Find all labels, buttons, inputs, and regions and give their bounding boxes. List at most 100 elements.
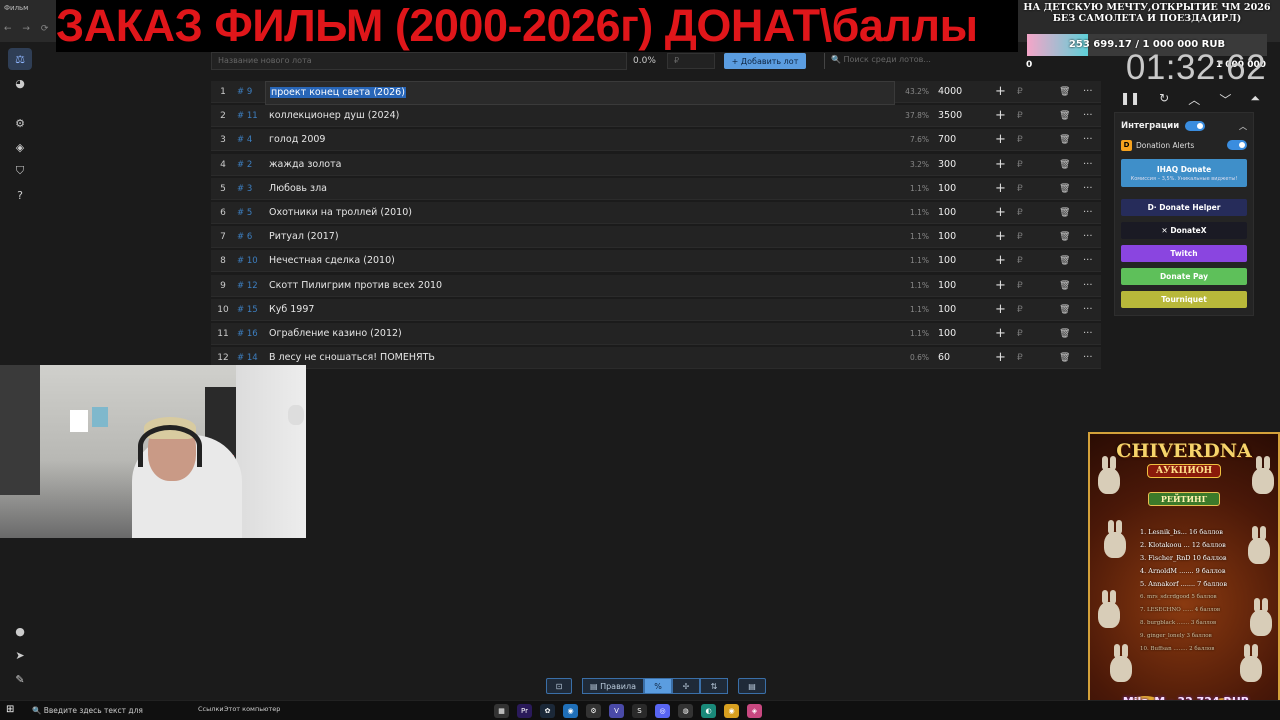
shield-icon[interactable]: ⛉: [8, 160, 32, 182]
rub-input[interactable]: ₽: [1017, 347, 1023, 369]
ihaq-donate-button[interactable]: IHAQ Donate Комиссия – 3,5%. Уникальные в…: [1121, 159, 1247, 187]
help-icon[interactable]: ?: [8, 184, 32, 206]
taskbar-computer[interactable]: Этот компьютер: [224, 705, 280, 713]
lot-id-link[interactable]: # 2: [237, 154, 252, 176]
more-icon[interactable]: ···: [1083, 226, 1093, 248]
rub-input[interactable]: ₽: [1017, 323, 1023, 345]
donatex-button[interactable]: ✕ DonateX: [1121, 222, 1247, 239]
obs-app-icon[interactable]: ◍: [678, 704, 693, 718]
browser-tab[interactable]: Фильм: [4, 4, 56, 18]
plus-icon[interactable]: +: [995, 81, 1006, 103]
rub-input[interactable]: ₽: [1017, 202, 1023, 224]
twitch-button[interactable]: Twitch: [1121, 245, 1247, 262]
donation-alerts-toggle[interactable]: [1227, 140, 1247, 150]
lot-amount[interactable]: 100: [938, 323, 956, 345]
lot-amount[interactable]: 3500: [938, 105, 962, 127]
trash-icon[interactable]: 🗑: [1059, 105, 1070, 127]
price-input[interactable]: ₽: [667, 53, 715, 69]
rub-input[interactable]: ₽: [1017, 275, 1023, 297]
auction-icon[interactable]: ⚖: [8, 48, 32, 70]
reset-icon[interactable]: ↻: [1159, 91, 1169, 108]
more-icon[interactable]: ···: [1083, 250, 1093, 272]
lot-name[interactable]: Охотники на троллей (2010): [269, 202, 412, 224]
lot-amount[interactable]: 100: [938, 250, 956, 272]
chrome-app-icon[interactable]: ◉: [724, 704, 739, 718]
lot-name-field[interactable]: проект конец света (2026): [265, 81, 895, 105]
lot-amount[interactable]: 700: [938, 129, 956, 151]
plus-icon[interactable]: +: [995, 129, 1006, 151]
vpn-app-icon[interactable]: V: [609, 704, 624, 718]
calculator-app-icon[interactable]: ▦: [494, 704, 509, 718]
more-icon[interactable]: ···: [1083, 105, 1093, 127]
settings-app-icon[interactable]: ⚙: [586, 704, 601, 718]
lot-id-link[interactable]: # 11: [237, 105, 258, 127]
edit-icon[interactable]: ✎: [8, 668, 32, 690]
integrations-toggle[interactable]: [1185, 121, 1206, 131]
lot-name[interactable]: Нечестная сделка (2010): [269, 250, 395, 272]
trash-icon[interactable]: 🗑: [1059, 202, 1070, 224]
windows-start-icon[interactable]: ⊞: [6, 704, 14, 715]
trash-icon[interactable]: 🗑: [1059, 323, 1070, 345]
rub-input[interactable]: ₽: [1017, 81, 1023, 103]
trash-icon[interactable]: 🗑: [1059, 299, 1070, 321]
lot-name[interactable]: Любовь зла: [269, 178, 327, 200]
history-icon[interactable]: ▤: [738, 678, 766, 694]
save-icon[interactable]: ⊡: [546, 678, 572, 694]
telegram-icon[interactable]: ➤: [8, 644, 32, 666]
lot-id-link[interactable]: # 16: [237, 323, 258, 345]
app-icon[interactable]: S: [632, 704, 647, 718]
edge-app-icon[interactable]: ◐: [701, 704, 716, 718]
more-icon[interactable]: ···: [1083, 299, 1093, 321]
forward-icon[interactable]: →: [22, 24, 30, 34]
increase-icon[interactable]: ︿: [1188, 91, 1200, 108]
more-icon[interactable]: ···: [1083, 275, 1093, 297]
lot-amount[interactable]: 300: [938, 154, 956, 176]
lot-id-link[interactable]: # 10: [237, 250, 258, 272]
rules-button[interactable]: ▤ Правила: [582, 678, 644, 694]
plus-icon[interactable]: +: [995, 347, 1006, 369]
lot-id-link[interactable]: # 12: [237, 275, 258, 297]
rub-input[interactable]: ₽: [1017, 299, 1023, 321]
sort-button[interactable]: ⇅: [700, 678, 728, 694]
donate-pay-button[interactable]: Donate Pay: [1121, 268, 1247, 285]
lot-id-link[interactable]: # 3: [237, 178, 252, 200]
layers-icon[interactable]: ◈: [8, 136, 32, 158]
trash-icon[interactable]: 🗑: [1059, 347, 1070, 369]
add-lot-button[interactable]: + Добавить лот: [724, 53, 806, 69]
lot-id-link[interactable]: # 6: [237, 226, 252, 248]
lot-name[interactable]: голод 2009: [269, 129, 325, 151]
trash-icon[interactable]: 🗑: [1059, 226, 1070, 248]
lot-name[interactable]: жажда золота: [269, 154, 341, 176]
lot-amount[interactable]: 100: [938, 275, 956, 297]
chevron-up-icon[interactable]: ︿: [1239, 121, 1247, 132]
tourniquet-button[interactable]: Tourniquet: [1121, 291, 1247, 308]
lot-amount[interactable]: 100: [938, 226, 956, 248]
rub-input[interactable]: ₽: [1017, 250, 1023, 272]
settings-icon[interactable]: ⚙: [8, 112, 32, 134]
plus-icon[interactable]: +: [995, 105, 1006, 127]
plus-icon[interactable]: +: [995, 323, 1006, 345]
rub-input[interactable]: ₽: [1017, 226, 1023, 248]
taskbar-search[interactable]: 🔍 Введите здесь текст для поиска: [24, 703, 158, 719]
plus-icon[interactable]: +: [995, 202, 1006, 224]
percent-button[interactable]: %: [644, 678, 672, 694]
more-icon[interactable]: ···: [1083, 323, 1093, 345]
lot-amount[interactable]: 100: [938, 202, 956, 224]
decrease-icon[interactable]: ﹀: [1219, 91, 1231, 108]
plus-icon[interactable]: +: [995, 178, 1006, 200]
more-icon[interactable]: ···: [1083, 154, 1093, 176]
trash-icon[interactable]: 🗑: [1059, 81, 1070, 103]
lot-amount[interactable]: 100: [938, 299, 956, 321]
lot-search-input[interactable]: 🔍 Поиск среди лотов...: [824, 53, 1094, 69]
rub-input[interactable]: ₽: [1017, 178, 1023, 200]
more-icon[interactable]: ···: [1083, 81, 1093, 103]
rub-input[interactable]: ₽: [1017, 154, 1023, 176]
max-icon[interactable]: ⏶: [1250, 91, 1260, 108]
steam-app-icon[interactable]: ✿: [540, 704, 555, 718]
lot-name[interactable]: коллекционер душ (2024): [269, 105, 399, 127]
lot-name[interactable]: Ритуал (2017): [269, 226, 339, 248]
lot-name[interactable]: Скотт Пилигрим против всех 2010: [269, 275, 442, 297]
discord-app-icon[interactable]: ◎: [655, 704, 670, 718]
plus-icon[interactable]: +: [995, 154, 1006, 176]
lot-amount[interactable]: 100: [938, 178, 956, 200]
